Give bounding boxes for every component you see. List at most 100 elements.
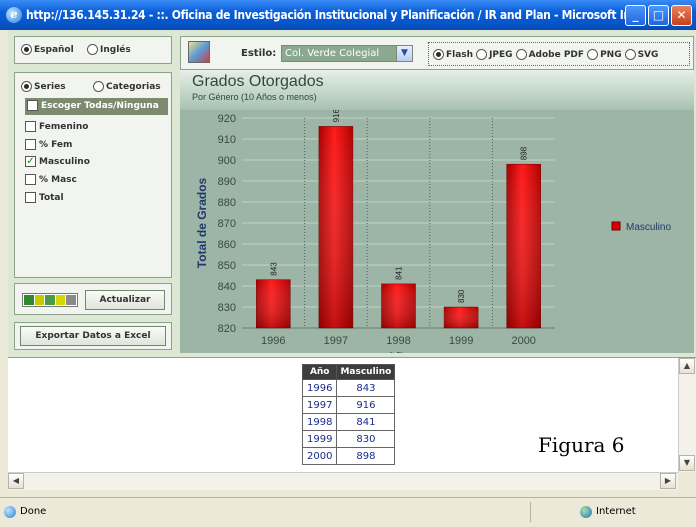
radio-icon [624,48,636,60]
radio-icon [21,81,32,92]
figure-caption: Figura 6 [538,433,625,457]
maximize-button[interactable]: □ [648,5,669,26]
bar-chart: 820 830 840 850 860 870 880 890 900 910 920 843 1996… [195,110,671,353]
table-header-row: Año Masculino [301,364,396,380]
x-tick-label: 1998 [386,335,410,347]
table-row: 1997 916 [301,396,396,414]
zone-text: Internet [596,506,636,517]
radio-icon [433,48,444,60]
y-tick-label: 890 [218,176,236,188]
checkbox-icon [25,139,36,150]
table-header-masculino: Masculino [336,364,396,380]
export-panel: Exportar Datos a Excel [14,322,172,350]
chart-container: Grados Otorgados Por Género (10 Años o m… [180,70,694,353]
data-label: 843 [269,262,278,276]
bar-shade [381,283,416,328]
radio-icon [21,44,32,55]
minimize-button[interactable]: _ [625,5,646,26]
page-icon [4,506,16,518]
export-excel-button[interactable]: Exportar Datos a Excel [20,326,166,346]
y-tick-label: 850 [218,260,236,272]
series-item-masculino[interactable]: ✓ Masculino [25,155,90,169]
table-cell: 898 [336,447,396,465]
bar-shade [444,307,479,328]
series-item-total[interactable]: Total [25,191,64,205]
close-button[interactable]: ✕ [671,5,692,26]
format-option-svg[interactable]: SVG [624,48,658,60]
bar-shade [256,279,291,328]
checkbox-icon [27,100,38,111]
data-label: 830 [457,289,466,303]
table-cell: 1999 [301,430,338,448]
status-divider [530,502,531,522]
table-row: 1996 843 [301,379,396,397]
color-swatch-icon[interactable] [22,293,78,307]
y-tick-label: 860 [218,239,236,251]
bar-shade [506,164,541,328]
table-cell: 916 [336,396,396,414]
scroll-down-icon[interactable]: ▼ [679,455,695,471]
checkmark-icon: ✓ [25,156,36,167]
scroll-up-icon[interactable]: ▲ [679,358,695,374]
format-option-pdf[interactable]: Adobe PDF [515,48,584,60]
mode-option-categories[interactable]: Categorias [93,81,161,92]
horizontal-scrollbar[interactable]: ◀ ▶ [8,472,678,490]
status-bar: Done Internet [0,497,696,527]
y-tick-label: 900 [218,155,236,167]
language-option-es[interactable]: Español [21,44,74,55]
table-cell: 830 [336,430,396,448]
language-panel: Español Inglés [14,36,172,64]
format-option-jpeg[interactable]: JPEG [476,48,513,60]
data-frame: Año Masculino 1996 843 1997 916 1998 841 19… [8,357,696,490]
mode-option-series[interactable]: Series [21,81,66,92]
title-bar: e http://136.145.31.24 - ::. Oficina de … [0,0,696,30]
scroll-left-icon[interactable]: ◀ [8,473,24,489]
data-table: Año Masculino 1996 843 1997 916 1998 841 19… [301,364,396,465]
chart-style-icon[interactable] [188,41,210,63]
update-button[interactable]: Actualizar [85,290,165,310]
scroll-right-icon[interactable]: ▶ [660,473,676,489]
data-label: 898 [520,146,529,160]
style-dropdown[interactable]: Col. Verde Colegial ▼ [281,45,413,62]
ie-icon: e [6,7,22,23]
y-tick-label: 880 [218,197,236,209]
radio-icon [587,48,599,60]
chart-header: Grados Otorgados Por Género (10 Años o m… [180,70,694,110]
language-option-en[interactable]: Inglés [87,44,131,55]
series-item-femenino[interactable]: Femenino [25,120,88,134]
y-tick-label: 910 [218,134,236,146]
status-text: Done [20,506,47,517]
style-dropdown-value: Col. Verde Colegial [285,48,380,59]
format-option-flash[interactable]: Flash [433,48,473,60]
select-all-none[interactable]: Escoger Todas/Ninguna [25,98,168,115]
radio-icon [93,81,104,92]
x-tick-label: 1999 [449,335,473,347]
checkbox-icon [25,121,36,132]
y-tick-label: 830 [218,302,236,314]
checkbox-icon [25,192,36,203]
vertical-scrollbar[interactable]: ▲ ▼ [678,358,696,472]
table-cell: 1998 [301,413,338,431]
series-item-pct-fem[interactable]: % Fem [25,138,72,152]
data-label: 841 [395,266,404,280]
radio-icon [476,48,488,60]
table-row: 1999 830 [301,430,396,448]
style-label: Estilo: [241,48,277,59]
chart-subtitle: Por Género (10 Años o menos) [192,92,317,102]
chart-title: Grados Otorgados [192,73,324,90]
y-tick-label: 840 [218,281,236,293]
x-axis-label: Año [387,350,410,353]
chevron-down-icon[interactable]: ▼ [396,46,412,61]
table-cell: 841 [336,413,396,431]
table-cell: 843 [336,379,396,397]
series-item-pct-masc[interactable]: % Masc [25,173,77,187]
x-tick-label: 1997 [324,335,348,347]
browser-window: e http://136.145.31.24 - ::. Oficina de … [0,0,696,527]
y-tick-label: 920 [218,113,236,125]
y-axis-label: Total de Grados [195,177,209,268]
format-option-png[interactable]: PNG [587,48,622,60]
page-content: Español Inglés Series Categorias Escoger… [8,30,696,357]
x-tick-label: 1996 [261,335,285,347]
table-cell: 1996 [301,379,338,397]
radio-icon [515,48,527,60]
